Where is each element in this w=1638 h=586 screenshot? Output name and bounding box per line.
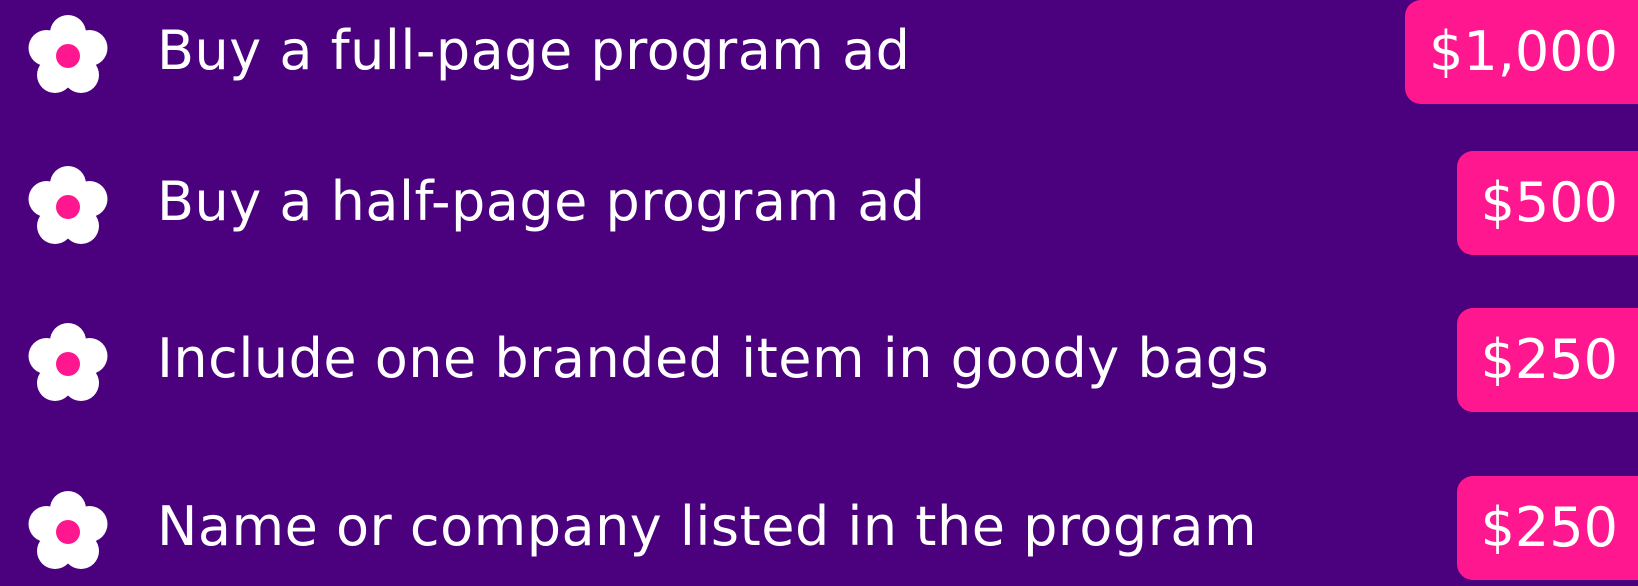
list-item: Buy a half-page program ad $500 [0,151,1638,261]
item-label: Include one branded item in goody bags [157,327,1270,390]
item-label: Name or company listed in the program [157,495,1258,558]
flower-icon [22,10,114,102]
price-badge: $500 [1456,151,1638,255]
price-badge: $1,000 [1405,0,1638,104]
price-badge: $250 [1456,308,1638,412]
flower-icon [22,161,114,253]
item-label: Buy a full-page program ad [157,19,911,82]
flower-icon [22,318,114,410]
list-item: Buy a full-page program ad $1,000 [0,0,1638,110]
flower-icon [22,486,114,578]
sponsorship-list: Buy a full-page program ad $1,000 Buy a … [0,0,1638,586]
list-item: Include one branded item in goody bags $… [0,308,1638,418]
list-item: Name or company listed in the program $2… [0,476,1638,586]
price-badge: $250 [1456,476,1638,580]
item-label: Buy a half-page program ad [157,170,926,233]
